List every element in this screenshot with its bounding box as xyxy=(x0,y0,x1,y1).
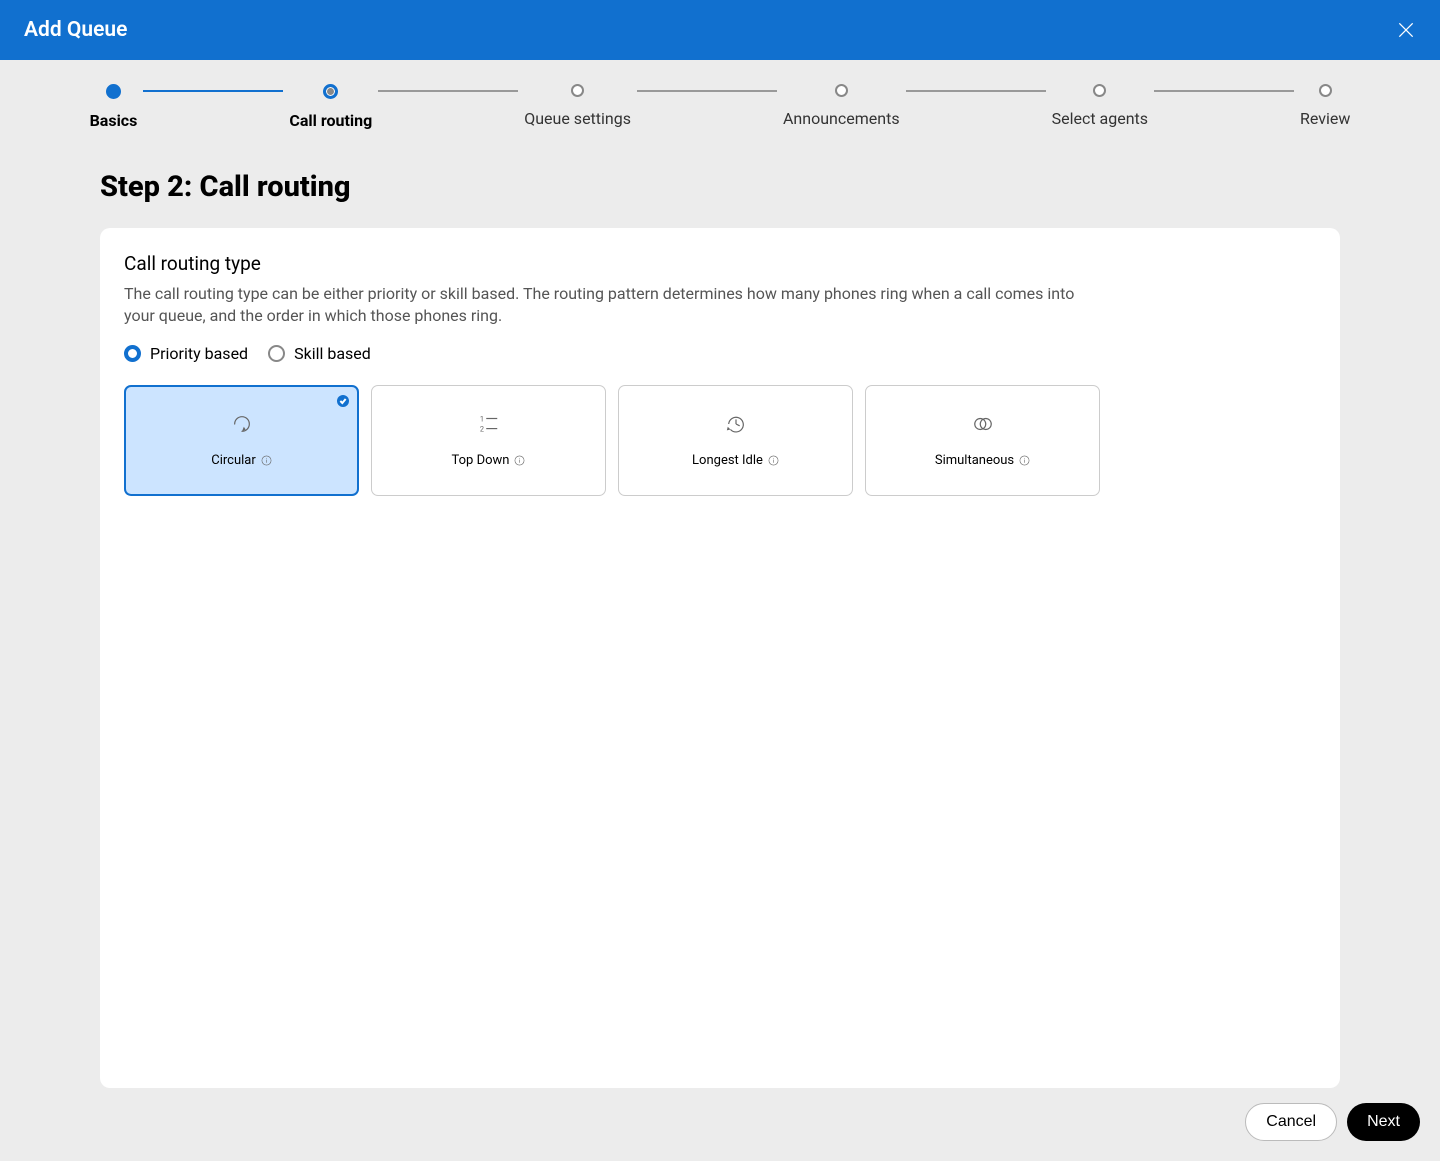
step-connector xyxy=(906,90,1046,92)
overlap-circles-icon xyxy=(972,413,994,435)
radio-unchecked-icon xyxy=(268,345,285,362)
step-announcements[interactable]: Announcements xyxy=(783,84,900,128)
step-label: Select agents xyxy=(1052,109,1148,128)
step-connector xyxy=(1154,90,1294,92)
circular-icon xyxy=(231,413,253,435)
step-circle-icon xyxy=(835,84,848,97)
radio-label: Skill based xyxy=(294,344,371,363)
radio-checked-icon xyxy=(124,345,141,362)
step-circle-icon xyxy=(571,84,584,97)
step-circle-active-icon xyxy=(323,84,338,99)
svg-text:2: 2 xyxy=(479,424,483,433)
step-review[interactable]: Review xyxy=(1300,84,1350,128)
step-label: Basics xyxy=(90,111,138,130)
option-label-row: Longest Idle xyxy=(692,453,779,468)
option-circular[interactable]: Circular xyxy=(124,385,359,496)
page-title: Step 2: Call routing xyxy=(100,170,1440,204)
radio-priority-based[interactable]: Priority based xyxy=(124,344,248,363)
info-icon[interactable] xyxy=(261,455,272,466)
step-circle-icon xyxy=(1093,84,1106,97)
modal-title: Add Queue xyxy=(24,18,127,42)
option-simultaneous[interactable]: Simultaneous xyxy=(865,385,1100,496)
step-connector xyxy=(637,90,777,92)
option-label: Top Down xyxy=(452,453,510,468)
step-connector xyxy=(143,90,283,92)
step-label: Call routing xyxy=(289,111,372,130)
step-select-agents[interactable]: Select agents xyxy=(1052,84,1148,128)
info-icon[interactable] xyxy=(514,455,525,466)
step-circle-completed-icon xyxy=(106,84,121,99)
option-label: Circular xyxy=(211,453,256,468)
cancel-button[interactable]: Cancel xyxy=(1245,1103,1337,1141)
option-longest-idle[interactable]: Longest Idle xyxy=(618,385,853,496)
next-button[interactable]: Next xyxy=(1347,1103,1420,1141)
option-label: Longest Idle xyxy=(692,453,763,468)
step-connector xyxy=(378,90,518,92)
history-icon xyxy=(725,413,747,435)
modal-header: Add Queue xyxy=(0,0,1440,60)
step-call-routing[interactable]: Call routing xyxy=(289,84,372,130)
section-description: The call routing type can be either prio… xyxy=(124,283,1104,328)
option-label-row: Simultaneous xyxy=(935,453,1030,468)
stepper: Basics Call routing Queue settings Annou… xyxy=(0,60,1440,130)
step-queue-settings[interactable]: Queue settings xyxy=(524,84,631,128)
option-top-down[interactable]: 1 2 Top Down xyxy=(371,385,606,496)
step-circle-icon xyxy=(1319,84,1332,97)
selected-check-icon xyxy=(337,395,349,407)
step-label: Queue settings xyxy=(524,109,631,128)
step-basics[interactable]: Basics xyxy=(90,84,138,130)
radio-skill-based[interactable]: Skill based xyxy=(268,344,371,363)
routing-type-radio-group: Priority based Skill based xyxy=(124,344,1316,363)
option-label-row: Circular xyxy=(211,453,272,468)
section-title: Call routing type xyxy=(124,252,1316,275)
step-label: Review xyxy=(1300,109,1350,128)
radio-label: Priority based xyxy=(150,344,248,363)
footer-actions: Cancel Next xyxy=(1245,1103,1420,1141)
info-icon[interactable] xyxy=(768,455,779,466)
option-label: Simultaneous xyxy=(935,453,1014,468)
content-card: Call routing type The call routing type … xyxy=(100,228,1340,1088)
list-ordered-icon: 1 2 xyxy=(478,413,500,435)
option-label-row: Top Down xyxy=(452,453,526,468)
step-label: Announcements xyxy=(783,109,900,128)
svg-text:1: 1 xyxy=(479,414,483,423)
close-icon[interactable] xyxy=(1396,20,1416,40)
info-icon[interactable] xyxy=(1019,455,1030,466)
routing-options-grid: Circular 1 2 Top Down xyxy=(124,385,1316,496)
